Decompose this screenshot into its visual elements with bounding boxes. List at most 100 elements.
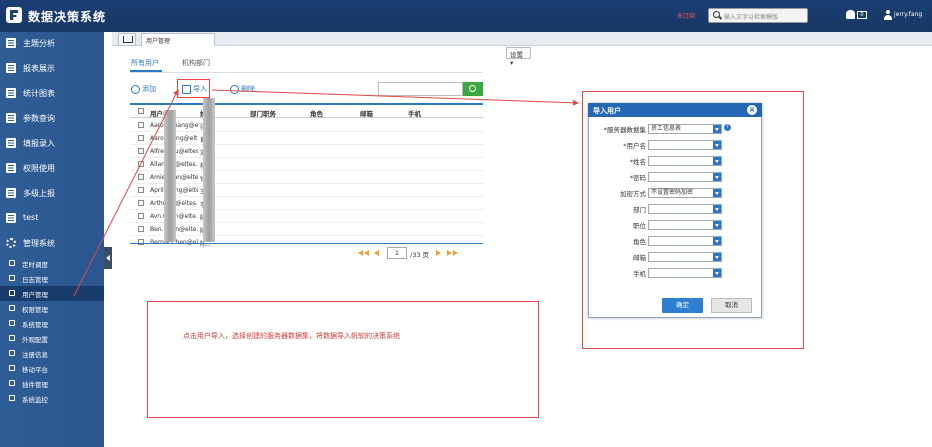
sidebar-item-data-entry[interactable]: 填报录入 (0, 132, 104, 156)
row-checkbox[interactable] (138, 174, 144, 180)
info-icon (9, 350, 15, 356)
prev-page-icon[interactable] (374, 250, 379, 256)
username[interactable]: jerry.fang (894, 11, 922, 18)
encryption-select[interactable]: 不设置密码加密 (648, 188, 722, 198)
sidebar-item-param-query[interactable]: 参数查询 (0, 107, 104, 131)
tab-org-dept[interactable]: 机构部门 (182, 58, 210, 68)
row-checkbox[interactable] (138, 135, 144, 141)
first-page-icon[interactable] (358, 250, 363, 256)
username-select[interactable] (648, 140, 722, 150)
position-select[interactable] (648, 220, 722, 230)
sidebar-subitem-plugins[interactable]: 插件管理 (0, 376, 104, 391)
help-icon[interactable]: ? (724, 124, 731, 131)
field-label-name: *姓名 (629, 158, 646, 166)
delete-icon (230, 84, 239, 94)
select-all-checkbox[interactable] (138, 108, 144, 114)
row-checkbox[interactable] (138, 200, 144, 206)
close-icon[interactable]: × (747, 105, 757, 115)
sidebar-item-label: 报表展示 (23, 64, 55, 73)
table-row[interactable]: Allan.Ng@eltes...杨... (130, 158, 483, 171)
row-checkbox[interactable] (138, 148, 144, 154)
menu-icon (6, 163, 16, 173)
notification-count[interactable]: 0 (857, 11, 867, 19)
table-row[interactable]: Aaron.Yeng@elt...黄... (130, 132, 483, 145)
table-row[interactable]: Aaron.Zhang@elt...张... (130, 119, 483, 132)
row-checkbox[interactable] (138, 213, 144, 219)
chevron-down-icon (713, 269, 721, 277)
field-label-username: *用户名 (623, 142, 646, 150)
password-select[interactable] (648, 172, 722, 182)
dataset-select[interactable]: 员工信息表 (648, 124, 722, 134)
menu-icon (6, 188, 16, 198)
divider (130, 72, 483, 73)
header-phone[interactable]: 手机 (408, 108, 421, 118)
sidebar-item-charts[interactable]: 统计图表 (0, 82, 104, 106)
last-page-icon-2 (453, 250, 458, 256)
table-row[interactable]: Amie.Qian@eltes...钱... (130, 171, 483, 184)
sidebar-subitem-system[interactable]: 系统管理 (0, 316, 104, 331)
user-search-input[interactable] (378, 82, 463, 96)
lock-icon (9, 305, 15, 311)
sidebar-subitem-user-management[interactable]: 用户管理 (0, 286, 104, 301)
table-row[interactable]: Avn.Chen@elte...陈... (130, 210, 483, 223)
user-icon (9, 290, 15, 296)
sidebar-item-report-display[interactable]: 报表展示 (0, 57, 104, 81)
sidebar-subitem-permission[interactable]: 权限管理 (0, 301, 104, 316)
table-bottom-border (130, 243, 483, 244)
confirm-button[interactable]: 确定 (662, 298, 703, 313)
chevron-down-icon (713, 157, 721, 165)
table-row[interactable]: Alfred.Liu@eltes...刘... (130, 145, 483, 158)
phone-select[interactable] (648, 268, 722, 278)
menu-icon (6, 138, 16, 148)
user-icon[interactable] (884, 10, 892, 20)
row-checkbox[interactable] (138, 239, 144, 245)
dept-select[interactable] (648, 204, 722, 214)
subscription-alert[interactable]: 未订阅 (677, 11, 695, 20)
page-number-input[interactable]: 1 (387, 247, 407, 259)
sidebar-item-topic-analysis[interactable]: 主题分析 (0, 32, 104, 56)
name-select[interactable] (648, 156, 722, 166)
table-row[interactable]: Arthur.Li@eltes...李... (130, 197, 483, 210)
table-row[interactable]: Ben.Chen@elte...陈... (130, 223, 483, 236)
settings-dropdown[interactable]: 设置 ▾ (506, 47, 531, 67)
row-checkbox[interactable] (138, 187, 144, 193)
row-checkbox[interactable] (138, 226, 144, 232)
sidebar-subitem-monitor[interactable]: 系统监控 (0, 391, 104, 406)
chevron-down-icon (713, 221, 721, 229)
row-checkbox[interactable] (138, 122, 144, 128)
sidebar-subitem-mobile[interactable]: 移动平台 (0, 361, 104, 376)
sidebar-subitem-label: 系统管理 (22, 321, 48, 329)
header-email[interactable]: 邮箱 (360, 108, 373, 118)
email-select[interactable] (648, 252, 722, 262)
role-select[interactable] (648, 236, 722, 246)
cancel-button[interactable]: 取消 (711, 298, 752, 313)
template-search-input[interactable]: 输入文字以检索模版 (708, 8, 808, 23)
sidebar-subitem-schedule[interactable]: 定时调度 (0, 256, 104, 271)
sidebar-item-multi-report[interactable]: 多级上报 (0, 182, 104, 206)
last-page-icon[interactable] (447, 250, 452, 256)
search-button[interactable] (463, 82, 483, 96)
delete-button[interactable]: 删除 (230, 84, 255, 94)
header-role[interactable]: 角色 (310, 108, 323, 118)
import-button[interactable]: 导入 (182, 84, 207, 94)
sidebar-item-test[interactable]: test (0, 207, 104, 231)
sidebar-item-permission-use[interactable]: 权限使用 (0, 157, 104, 181)
row-checkbox[interactable] (138, 161, 144, 167)
add-button[interactable]: 添加 (131, 84, 156, 94)
sidebar-subitem-appearance[interactable]: 外观配置 (0, 331, 104, 346)
next-page-icon[interactable] (436, 250, 441, 256)
tab-all-users[interactable]: 所有用户 (131, 58, 159, 68)
first-page-icon-2 (364, 250, 369, 256)
table-row[interactable]: April.Wang@eltes...王... (130, 184, 483, 197)
sidebar-item-management[interactable]: 管理系统 (0, 232, 104, 256)
settings-label: 设置 (510, 51, 523, 59)
sidebar-collapse-handle[interactable] (104, 247, 112, 269)
sidebar-subitem-registration[interactable]: 注册信息 (0, 346, 104, 361)
bell-icon[interactable] (846, 10, 855, 19)
menu-icon (6, 88, 16, 98)
header-dept[interactable]: 部门职务 (250, 108, 276, 118)
home-tab[interactable] (118, 33, 136, 46)
tab-user-management[interactable]: 用户管理 (141, 33, 215, 46)
field-label-password: *密码 (629, 174, 646, 182)
sidebar-subitem-log[interactable]: 日志管理 (0, 271, 104, 286)
